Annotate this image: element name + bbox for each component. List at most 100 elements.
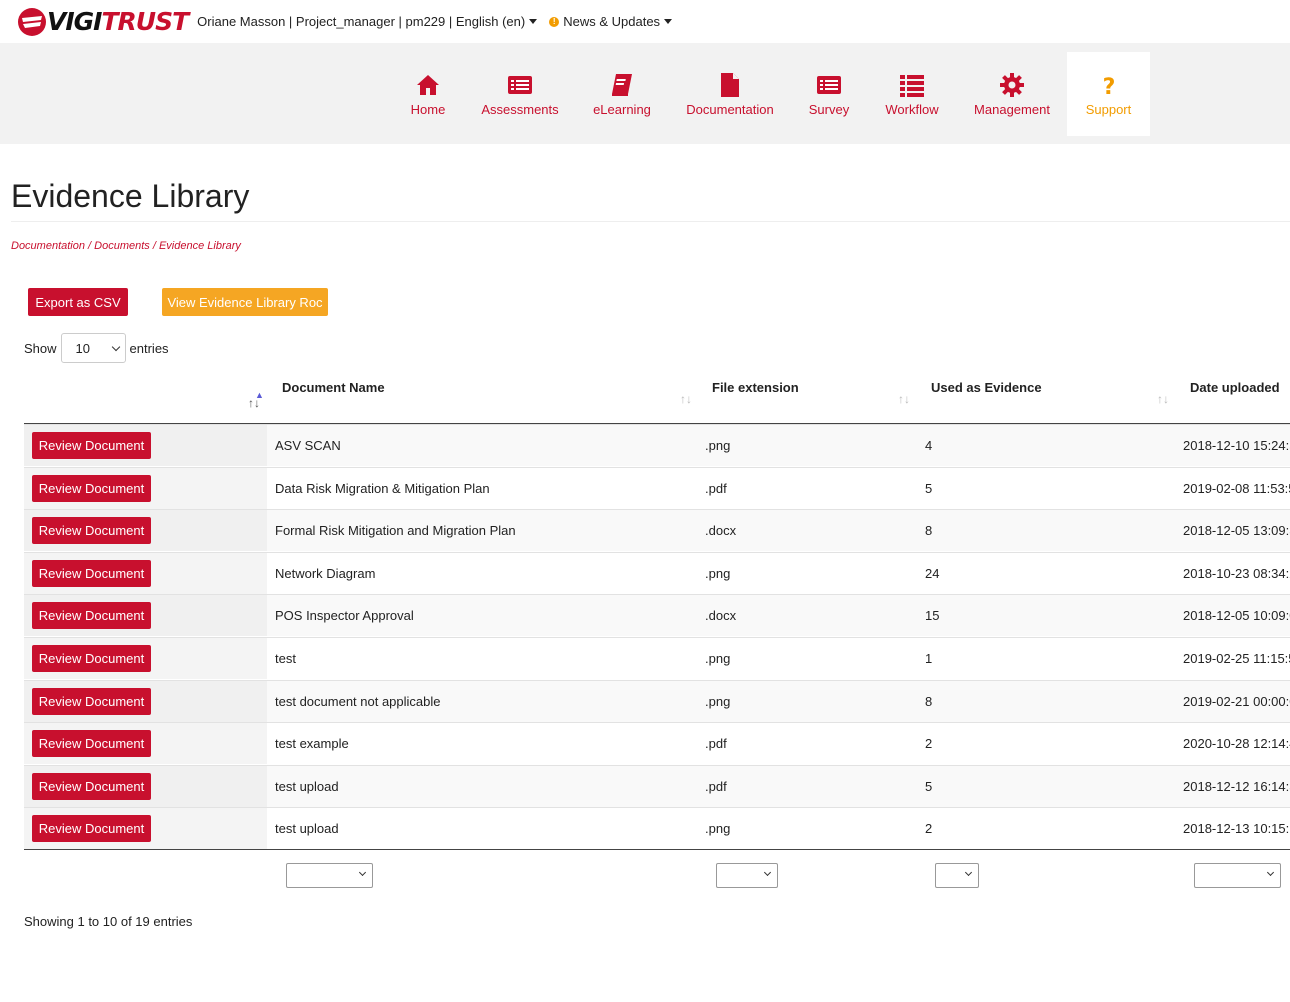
sort-icon[interactable]: ↑↓ [680,392,692,406]
book-icon [612,73,632,96]
table-row: Review Document Data Risk Migration & Mit… [24,466,1290,509]
title-divider [11,221,1290,222]
document-name-cell: test document not applicable [275,693,441,709]
nav-home[interactable]: Home [400,52,456,136]
used-as-evidence-cell: 8 [925,523,933,539]
file-extension-cell: .docx [705,608,737,624]
action-cell: Review Document [24,723,267,765]
column-header-document-name[interactable]: Document Name [282,380,385,395]
caret-down-icon [529,19,538,24]
action-cell: Review Document [24,808,267,850]
filter-used-as-evidence-select[interactable] [935,863,979,888]
table-row: Review Document Formal Risk Mitigation an… [24,509,1290,552]
date-uploaded-cell: 2018-10-23 08:34:2 [1183,565,1290,581]
filter-document-name-select[interactable] [286,863,373,888]
nav-survey-label: Survey [808,101,850,117]
used-as-evidence-cell: 5 [925,480,933,496]
document-name-cell: Formal Risk Mitigation and Migration Pla… [275,523,516,539]
nav-management-label: Management [974,101,1050,117]
export-csv-button[interactable]: Export as CSV [28,288,128,316]
filter-date-uploaded-select[interactable] [1194,863,1281,888]
document-name-cell: test example [275,736,349,752]
review-document-button[interactable]: Review Document [32,815,151,843]
list-box-icon [508,75,532,94]
action-cell: Review Document [24,552,267,594]
home-icon [417,74,439,95]
date-uploaded-cell: 2019-02-08 11:53:52 [1183,480,1290,496]
logo-mark-icon [18,7,46,36]
chevron-down-icon [964,868,973,877]
main-nav: Home Assessments eLearning Documentation [0,43,1290,144]
sort-icon[interactable]: ↑↓ [1157,392,1169,406]
date-uploaded-cell: 2018-12-05 10:09:0 [1183,608,1290,624]
review-document-button[interactable]: Review Document [32,772,151,800]
page-title: Evidence Library [11,178,250,214]
news-updates-menu[interactable]: ! News & Updates [549,14,673,29]
nav-survey[interactable]: Survey [802,52,856,136]
file-icon [721,72,739,97]
logo-text-vigi: VIGI [47,7,102,36]
page-length-select[interactable]: 10 [60,333,126,363]
file-extension-cell: .png [705,693,731,709]
document-name-cell: POS Inspector Approval [275,608,414,624]
used-as-evidence-cell: 4 [925,438,933,453]
chevron-down-icon [763,868,772,877]
used-as-evidence-cell: 2 [925,736,933,752]
review-document-button[interactable]: Review Document [32,474,151,502]
filter-file-extension-select[interactable] [716,863,778,888]
nav-documentation-label: Documentation [686,101,774,117]
news-updates-label: News & Updates [563,14,661,29]
table-row: Review Document POS Inspector Approval .do… [24,594,1290,637]
page-length-value: 10 [75,340,90,356]
file-extension-cell: .docx [705,523,737,539]
document-name-cell: Network Diagram [275,565,376,581]
document-name-cell: test upload [275,821,339,837]
nav-elearning[interactable]: eLearning [588,52,656,136]
review-document-button[interactable]: Review Document [32,517,151,545]
review-document-button[interactable]: Review Document [32,559,151,587]
action-cell: Review Document [24,467,267,509]
user-menu[interactable]: Oriane Masson | Project_manager | pm229 … [197,14,538,29]
logo-text-trust: TRUST [101,7,189,36]
action-cell: Review Document [24,595,267,637]
nav-assessments[interactable]: Assessments [476,52,564,136]
show-label: Show [24,340,57,356]
nav-workflow-label: Workflow [885,101,939,117]
breadcrumb[interactable]: Documentation / Documents / Evidence Lib… [11,240,241,252]
document-name-cell: test upload [275,778,339,794]
vigitrust-logo[interactable]: VIGITRUST [17,7,189,37]
document-name-cell: test [275,651,296,666]
column-header-used-as-evidence[interactable]: Used as Evidence [931,380,1042,395]
nav-management[interactable]: Management [968,52,1056,136]
column-header-file-extension[interactable]: File extension [712,380,799,395]
page-length-control: Show 10 entries [24,333,169,363]
question-icon: ? [1102,75,1115,98]
date-uploaded-cell: 2018-12-13 10:15:1 [1183,821,1290,837]
date-uploaded-cell: 2019-02-21 00:00:00 [1183,693,1290,709]
sort-icon[interactable]: ↑↓ [898,392,910,406]
view-evidence-library-button[interactable]: View Evidence Library Roc [162,288,328,316]
nav-workflow[interactable]: Workflow [880,52,944,136]
chevron-down-icon [1266,868,1275,877]
column-header-date-uploaded[interactable]: Date uploaded [1190,380,1280,395]
review-document-button[interactable]: Review Document [32,432,151,459]
table-bottom-divider [24,849,1290,850]
review-document-button[interactable]: Review Document [32,687,151,715]
review-document-button[interactable]: Review Document [32,645,151,672]
action-cell: Review Document [24,680,267,722]
action-cell: Review Document [24,425,267,466]
table-info: Showing 1 to 10 of 19 entries [24,914,193,929]
survey-icon [817,75,841,94]
chevron-down-icon [358,868,367,877]
nav-documentation[interactable]: Documentation [682,52,778,136]
used-as-evidence-cell: 5 [925,778,933,794]
svg-text:?: ? [1102,75,1115,98]
review-document-button[interactable]: Review Document [32,730,151,758]
table-row: Review Document test upload .png 2 2018-12-1… [24,807,1290,850]
caret-down-icon [664,19,673,24]
nav-support[interactable]: ? Support [1067,52,1150,136]
document-name-cell: Data Risk Migration & Mitigation Plan [275,480,490,496]
file-extension-cell: .png [705,821,731,837]
review-document-button[interactable]: Review Document [32,602,151,630]
used-as-evidence-cell: 15 [925,608,940,624]
